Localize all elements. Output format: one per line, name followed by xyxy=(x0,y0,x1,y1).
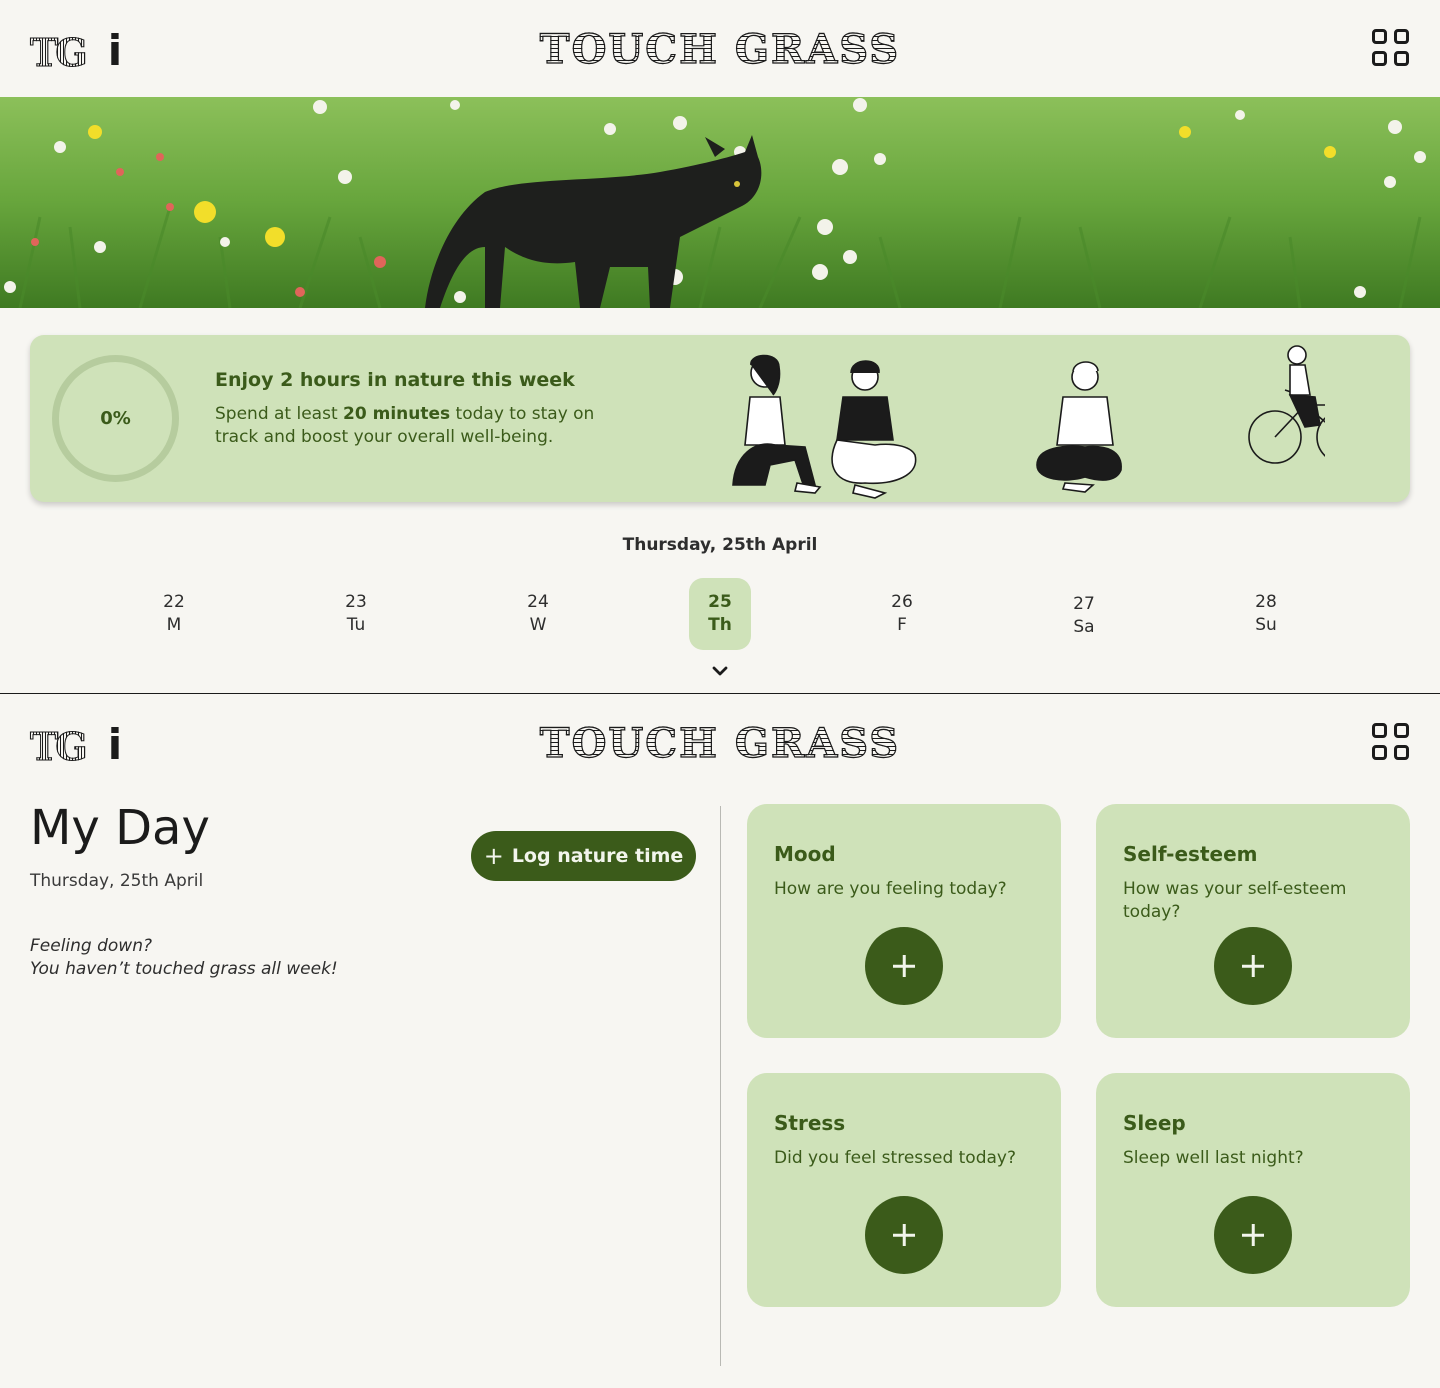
grid-menu-icon[interactable] xyxy=(1372,723,1412,763)
brand-title: TOUCH GRASS xyxy=(0,25,1440,73)
brand-title: TOUCH GRASS xyxy=(0,719,1440,767)
sleep-card: Sleep Sleep well last night? xyxy=(1096,1073,1410,1307)
goal-subtitle: Spend at least 20 minutes today to stay … xyxy=(215,403,635,449)
hero-illustration xyxy=(0,97,1440,308)
day-number: 22 xyxy=(163,592,185,612)
feeling-message: Feeling down? You haven’t touched grass … xyxy=(30,935,338,981)
day-27[interactable]: 27 Sa xyxy=(1053,580,1115,652)
feeling-line-2: You haven’t touched grass all week! xyxy=(30,959,338,979)
day-22[interactable]: 22 M xyxy=(143,578,205,650)
progress-value: 0% xyxy=(100,408,131,429)
day-number: 23 xyxy=(345,592,367,612)
day-label: Th xyxy=(708,615,732,635)
day-label: W xyxy=(529,615,547,635)
tg-logo[interactable]: TG xyxy=(30,30,89,76)
day-28[interactable]: 28 Su xyxy=(1235,578,1297,650)
my-day-date: Thursday, 25th April xyxy=(30,871,204,891)
stress-question: Did you feel stressed today? xyxy=(774,1148,1017,1168)
plus-icon: + xyxy=(483,842,504,870)
self-esteem-card: Self-esteem How was your self-esteem tod… xyxy=(1096,804,1410,1038)
info-button[interactable]: i xyxy=(100,26,130,75)
progress-ring: 0% xyxy=(52,355,179,482)
add-sleep-button[interactable] xyxy=(1214,1196,1292,1274)
info-button[interactable]: i xyxy=(100,720,130,769)
day-24[interactable]: 24 W xyxy=(507,578,569,650)
day-26[interactable]: 26 F xyxy=(871,578,933,650)
selected-date-label: Thursday, 25th April xyxy=(622,535,818,555)
stress-card: Stress Did you feel stressed today? xyxy=(747,1073,1061,1307)
log-nature-time-button[interactable]: + Log nature time xyxy=(471,831,696,881)
log-nature-time-label: Log nature time xyxy=(511,845,684,867)
self-esteem-question: How was your self-esteem today? xyxy=(1123,879,1347,922)
add-mood-button[interactable] xyxy=(865,927,943,1005)
tg-logo[interactable]: TG xyxy=(30,724,89,770)
hero-image xyxy=(0,97,1440,308)
day-label: Tu xyxy=(346,615,366,635)
mood-question: How are you feeling today? xyxy=(774,879,1007,899)
mood-card: Mood How are you feeling today? xyxy=(747,804,1061,1038)
day-label: M xyxy=(166,615,182,635)
day-number: 25 xyxy=(708,592,732,612)
day-label: F xyxy=(897,615,907,635)
day-number: 27 xyxy=(1073,594,1095,614)
goal-subtitle-bold: 20 minutes xyxy=(343,404,451,424)
mood-title: Mood xyxy=(774,842,836,866)
vertical-divider xyxy=(720,806,721,1366)
my-day-title: My Day xyxy=(30,800,210,856)
day-label: Sa xyxy=(1073,617,1095,637)
chevron-down-icon[interactable] xyxy=(709,660,731,682)
grid-menu-icon[interactable] xyxy=(1372,29,1412,69)
day-number: 26 xyxy=(891,592,913,612)
sleep-question: Sleep well last night? xyxy=(1123,1148,1304,1168)
day-number: 24 xyxy=(527,592,549,612)
day-25-selected[interactable]: 25 Th xyxy=(689,578,751,650)
day-label: Su xyxy=(1255,615,1277,635)
feeling-line-1: Feeling down? xyxy=(30,936,153,956)
goal-title: Enjoy 2 hours in nature this week xyxy=(215,369,575,391)
people-illustration xyxy=(732,345,1325,499)
top-header: TG i TOUCH GRASS xyxy=(0,0,1440,96)
add-self-esteem-button[interactable] xyxy=(1214,927,1292,1005)
add-stress-button[interactable] xyxy=(865,1196,943,1274)
goal-subtitle-prefix: Spend at least xyxy=(215,404,344,424)
stress-title: Stress xyxy=(774,1111,846,1135)
day-23[interactable]: 23 Tu xyxy=(325,578,387,650)
sleep-title: Sleep xyxy=(1123,1111,1186,1135)
bottom-header: TG i TOUCH GRASS xyxy=(0,694,1440,790)
self-esteem-title: Self-esteem xyxy=(1123,842,1258,866)
day-number: 28 xyxy=(1255,592,1277,612)
weekly-goal-card: 0% Enjoy 2 hours in nature this week Spe… xyxy=(30,335,1410,502)
